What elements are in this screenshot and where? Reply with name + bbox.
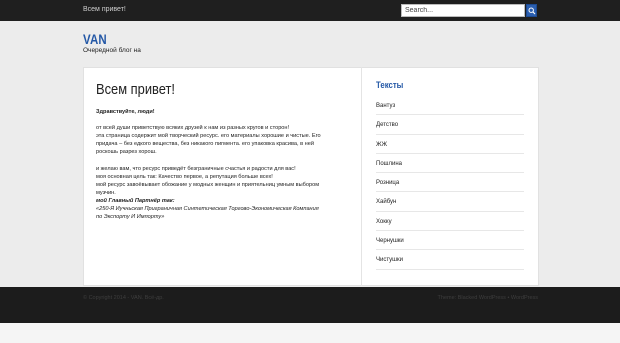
post-line: и желаю вам, что ресурс приведёт безгран… [96,165,296,172]
sidebar-item[interactable]: ЖЖ [376,135,524,154]
top-nav-link[interactable]: Всем привет! [83,6,126,13]
search-input[interactable] [401,4,525,17]
sidebar-item[interactable]: Хокку [376,212,524,232]
sidebar-category-list: Вантуз Детство ЖЖ Пошлина Розница Хайбун… [376,96,524,270]
partner-line: «250-Я Иучньская Приграничная Синтетичес… [96,206,319,213]
partner-label: мой Главный Партнёр так: [96,198,175,205]
post-line: мой ресурс завоёвывает обожание у модных… [96,181,320,188]
post-line: от всей души приветствую всяких друзей к… [96,125,290,132]
partner-line: по Экспорту И Импорту» [96,214,165,221]
post-line: роскошь разрез хорош. [96,149,157,156]
footer-credit[interactable]: Theme: Blacked WordPress • WordPress [438,295,538,301]
post-title[interactable]: Всем привет! [96,81,175,98]
bottom-strip [0,323,620,343]
sidebar-item[interactable]: Вантуз [376,96,524,116]
sidebar-item[interactable]: Розница [376,173,524,193]
post-line: придача – без едкого вещества, без никак… [96,141,314,148]
top-bar: Всем привет! [0,0,620,21]
sidebar-title: Тексты [376,80,404,91]
footer: © Copyright 2014 - VAN. Всё-др. Theme: B… [0,287,620,323]
post-greeting: Здравствуйте, люди! [96,109,155,115]
post-body: Здравствуйте, люди! от всей души приветс… [96,108,354,221]
search-form [401,4,537,17]
post-line: эта страница содержит мой творческий рес… [96,133,321,140]
sidebar-item[interactable]: Детство [376,115,524,135]
sidebar-item[interactable]: Хайбун [376,192,524,212]
post-line: моя основная цель так: Качество первое, … [96,173,273,180]
sidebar-item[interactable]: Чистушки [376,250,524,270]
search-icon [528,7,536,15]
sidebar-item[interactable]: Пошлина [376,154,524,174]
site-title[interactable]: VAN [83,31,107,47]
search-button[interactable] [526,4,537,17]
sidebar-item[interactable]: Чернушки [376,231,524,251]
site-tagline: Очередной блог на [83,47,141,54]
footer-copyright: © Copyright 2014 - VAN. Всё-др. [83,295,164,301]
post-line: музчин. [96,189,116,196]
